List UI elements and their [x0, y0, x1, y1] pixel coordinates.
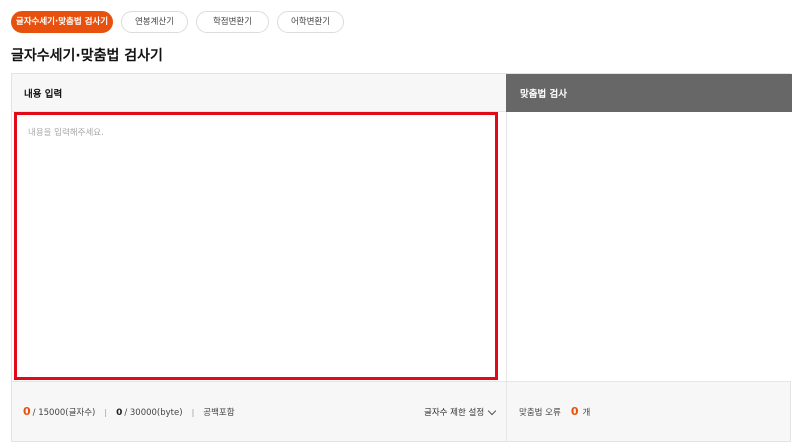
spelling-error-count: 0: [570, 405, 579, 418]
input-panel-header: 내용 입력: [12, 74, 506, 112]
char-limit-setting-label: 글자수 제한 설정: [424, 408, 485, 418]
tab-salary-calculator[interactable]: 연봉계산기: [121, 11, 188, 33]
counter-footer: 0 / 15000(글자수) | 0 / 30000(byte) | 공백포함 …: [12, 381, 790, 442]
result-panel-header: 맞춤법 검사: [506, 74, 792, 112]
spelling-error-label: 맞춤법 오류: [519, 408, 561, 418]
page-title: 글자수세기·맞춤법 검사기: [11, 48, 163, 64]
tab-gpa-converter[interactable]: 학점변환기: [196, 11, 269, 33]
chevron-down-icon: [487, 406, 497, 415]
divider-2: |: [191, 408, 195, 417]
character-counts: 0 / 15000(글자수) | 0 / 30000(byte) | 공백포함: [23, 405, 235, 418]
spelling-error-summary: 맞춤법 오류 0 개: [519, 405, 590, 418]
byte-limit: / 30000(byte): [124, 408, 183, 418]
spell-check-result-area: [507, 112, 791, 381]
tab-language-score-converter[interactable]: 어학변환기: [277, 11, 344, 33]
include-spaces-label: 공백포함: [203, 408, 235, 418]
checker-panel: 내용 입력 맞춤법 검사 0 / 15000(글자수) | 0 / 30000(…: [11, 73, 792, 442]
char-limit: / 15000(글자수): [32, 408, 96, 418]
footer-divider: [506, 382, 507, 442]
divider-1: |: [104, 408, 108, 417]
tool-tabs: 글자수세기·맞춤법 검사기 연봉계산기 학점변환기 어학변환기: [11, 11, 344, 33]
char-limit-setting-button[interactable]: 글자수 제한 설정: [424, 406, 497, 418]
content-input[interactable]: [14, 112, 498, 380]
tab-char-count-spell-check[interactable]: 글자수세기·맞춤법 검사기: [11, 11, 113, 33]
char-count: 0: [23, 405, 31, 418]
byte-count: 0: [116, 408, 123, 418]
result-panel-title: 맞춤법 검사: [520, 89, 568, 100]
spelling-error-unit: 개: [582, 408, 591, 418]
input-panel-title: 내용 입력: [24, 89, 63, 100]
